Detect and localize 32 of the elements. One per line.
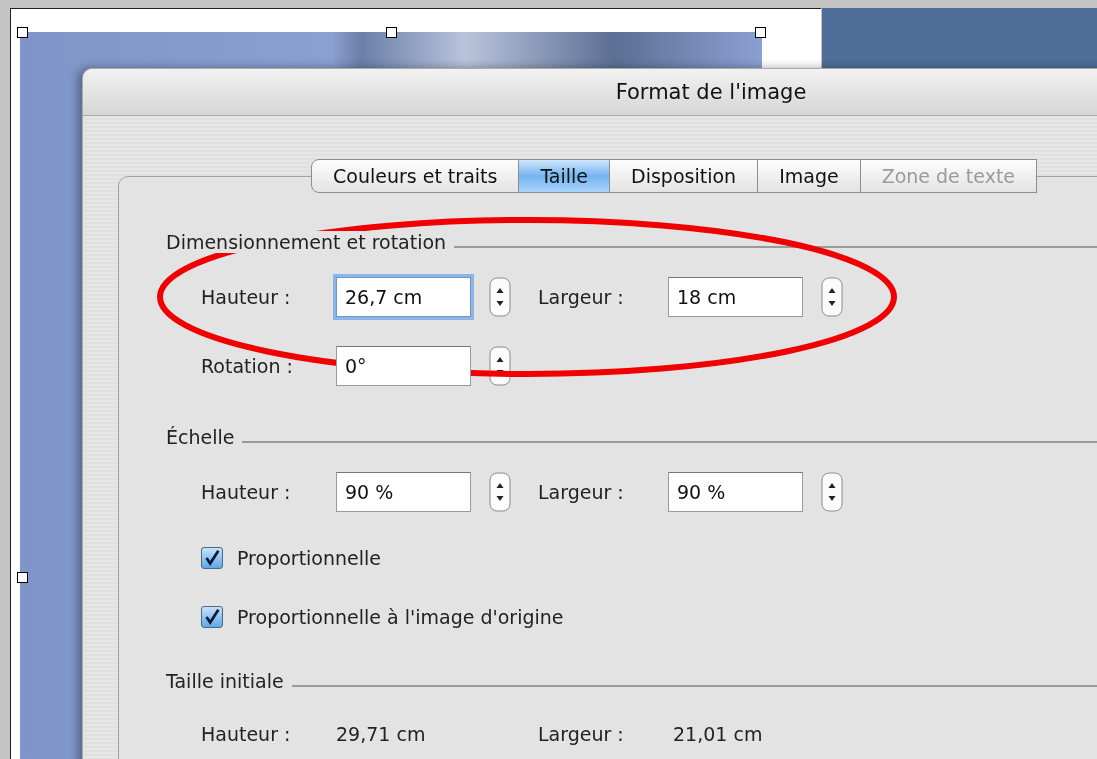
field-label: Largeur : [538,481,625,503]
field-label: Hauteur : [201,481,292,503]
field-label: Hauteur : [201,286,292,308]
field-label: Largeur : [538,723,625,745]
checkbox-label: Proportionnelle [237,547,381,569]
selection-handle[interactable] [17,572,28,583]
value-text: 21,01 cm [673,723,764,745]
tab[interactable]: Image [758,159,861,193]
window-title: Format de l'image [615,80,807,104]
input-field[interactable]: 90 % [668,472,803,512]
field-label: Hauteur : [201,723,292,745]
checkbox-label: Proportionnelle à l'image d'origine [237,606,564,628]
field-label: Rotation : [201,355,294,377]
tab[interactable]: Couleurs et traits [311,159,520,193]
field-label: Largeur : [538,286,625,308]
stepper-button[interactable] [821,472,843,512]
selection-handle[interactable] [755,27,766,38]
tab[interactable]: Disposition [610,159,759,193]
tab[interactable]: Taille [519,159,611,193]
input-field[interactable]: 90 % [336,472,471,512]
stepper-button[interactable] [489,277,511,317]
input-field[interactable]: 0° [336,346,471,386]
stepper-button[interactable] [489,472,511,512]
checkbox[interactable] [201,547,223,569]
selection-handle[interactable] [17,27,28,38]
stepper-button[interactable] [821,277,843,317]
input-field[interactable]: 26,7 cm [336,277,471,317]
selection-handle[interactable] [386,27,397,38]
section-title: Dimensionnement et rotation [166,231,447,253]
input-field[interactable]: 18 cm [668,277,803,317]
checkbox[interactable] [201,606,223,628]
value-text: 29,71 cm [336,723,427,745]
